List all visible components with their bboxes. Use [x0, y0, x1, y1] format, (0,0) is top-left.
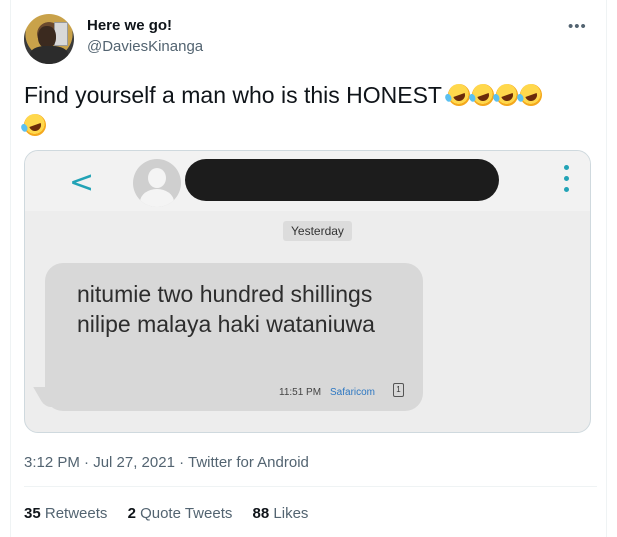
tweet-card: Here we go! @DaviesKinanga ••• Find your…	[10, 0, 607, 537]
message-text: nitumie two hundred shillings nilipe mal…	[77, 281, 375, 337]
user-handle[interactable]: @DaviesKinanga	[87, 38, 203, 55]
quotes-count: 2	[127, 505, 136, 522]
retweets-stat[interactable]: 35 Retweets	[24, 505, 107, 522]
sim-card-icon: 1	[393, 383, 404, 397]
rofl-emoji-icon	[20, 110, 50, 140]
kebab-menu-icon	[563, 165, 571, 195]
message-time: 11:51 PM	[279, 387, 322, 398]
tweet-stats: 35 Retweets 2 Quote Tweets 88 Likes	[24, 505, 324, 522]
likes-label: Likes	[273, 505, 309, 522]
likes-count: 88	[252, 505, 270, 522]
quotes-label: Quote Tweets	[140, 505, 233, 522]
date-separator: Yesterday	[283, 221, 352, 241]
tweet-text-body: Find yourself a man who is this HONEST	[24, 82, 442, 108]
quote-tweets-stat[interactable]: 2 Quote Tweets	[128, 505, 233, 522]
likes-stat[interactable]: 88 Likes	[253, 505, 309, 522]
message-carrier: Safaricom	[330, 387, 376, 398]
retweets-label: Retweets	[44, 505, 108, 522]
rofl-emoji-icon	[516, 80, 546, 110]
tweet-text: Find yourself a man who is this HONEST	[20, 80, 584, 140]
contact-avatar-icon	[133, 159, 181, 207]
more-options-icon[interactable]: •••	[568, 18, 587, 35]
tweet-image[interactable]: < Yesterday nitumie two hundred shilling…	[24, 150, 591, 433]
retweets-count: 35	[24, 505, 41, 522]
avatar[interactable]	[24, 14, 74, 64]
redacted-contact-name	[185, 159, 499, 201]
divider	[24, 486, 597, 487]
back-chevron-icon: <	[69, 165, 95, 200]
display-name[interactable]: Here we go!	[87, 17, 172, 34]
tweet-timestamp[interactable]: 3:12 PM · Jul 27, 2021 · Twitter for And…	[24, 454, 309, 471]
